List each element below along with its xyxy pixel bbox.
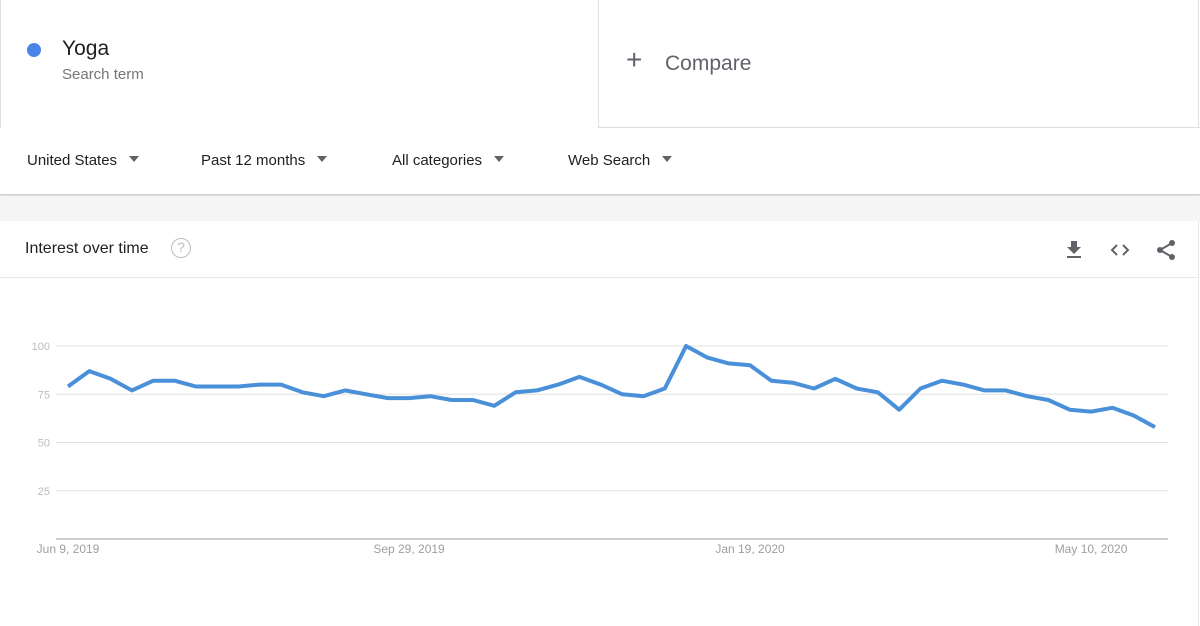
chart-gridlines [56, 345, 1168, 540]
series-line-yoga[interactable] [66, 344, 1156, 429]
interest-line-chart[interactable]: 25 50 75 100 Jun 9, 2019 Sep 29, 2019 Jan 19,… [0, 0, 1200, 626]
y-tick-label: 100 [32, 341, 50, 353]
chart-series [66, 344, 1156, 429]
x-tick-label: May 10, 2020 [1055, 542, 1128, 556]
y-tick-label: 25 [38, 486, 50, 498]
x-tick-label: Sep 29, 2019 [373, 542, 445, 556]
y-tick-label: 50 [38, 438, 50, 450]
x-axis-tick-labels: Jun 9, 2019 Sep 29, 2019 Jan 19, 2020 May 1… [37, 542, 1128, 556]
x-tick-label: Jan 19, 2020 [715, 542, 785, 556]
y-tick-label: 75 [38, 389, 50, 401]
x-tick-label: Jun 9, 2019 [37, 542, 100, 556]
y-axis-tick-labels: 25 50 75 100 [32, 341, 50, 498]
